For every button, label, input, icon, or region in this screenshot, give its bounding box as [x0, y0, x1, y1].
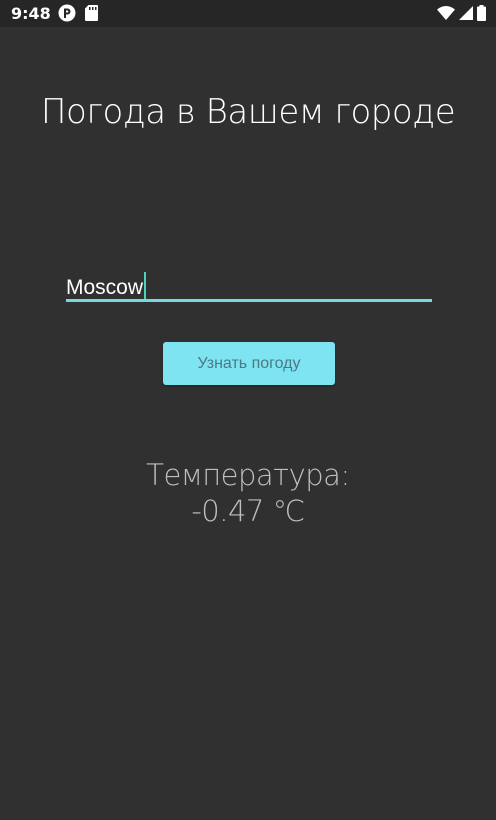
status-right-icons	[437, 4, 486, 22]
city-input-text: Moscow	[66, 276, 144, 299]
status-bar: 9:48	[0, 0, 496, 27]
wifi-icon	[437, 6, 455, 20]
text-caret	[144, 272, 147, 300]
temperature-value: -0.47 ℃	[191, 494, 305, 528]
cellular-signal-icon	[459, 6, 473, 20]
get-weather-button[interactable]: Узнать погоду	[163, 342, 335, 385]
page-title: Погода в Вашем городе	[40, 92, 456, 132]
city-input-underline	[66, 299, 432, 302]
city-field[interactable]: Moscow	[66, 266, 432, 302]
app-notification-icon	[58, 4, 76, 22]
status-left-icons	[58, 4, 98, 22]
sd-card-icon	[85, 5, 98, 21]
battery-icon	[477, 5, 486, 21]
temperature-label: Температура:	[146, 458, 350, 492]
city-input[interactable]: Moscow	[66, 272, 147, 300]
status-time: 9:48	[11, 4, 51, 23]
